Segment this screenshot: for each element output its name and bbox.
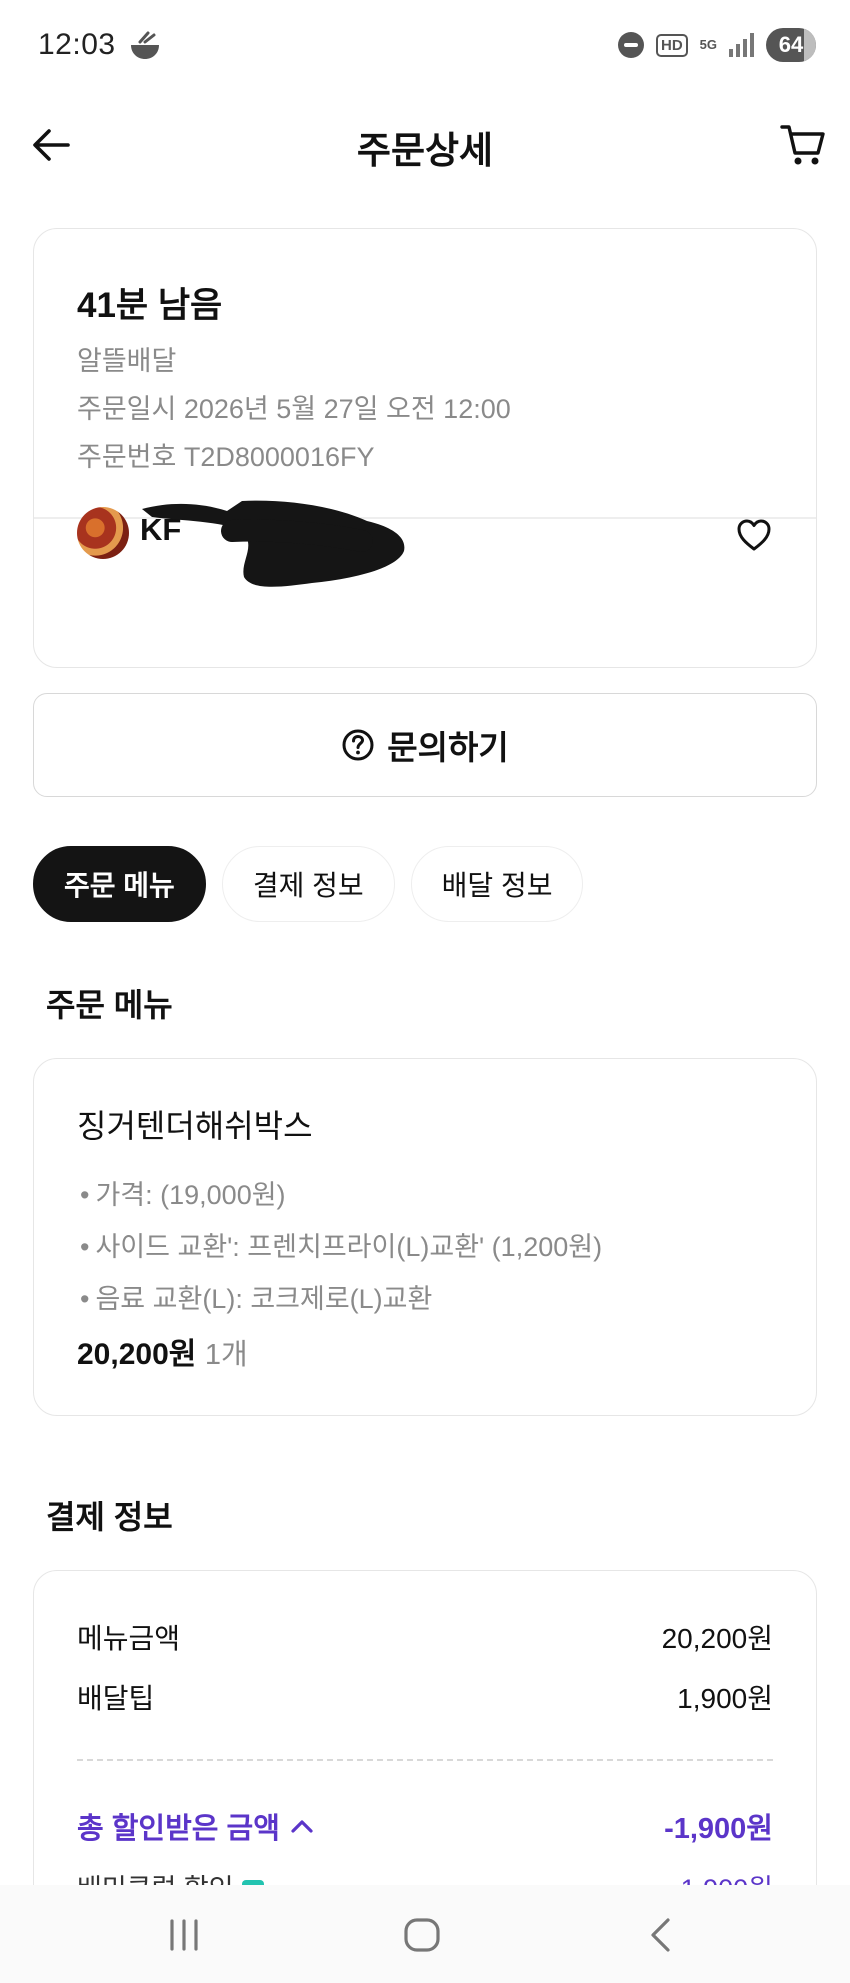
question-circle-icon — [342, 729, 374, 761]
discount-total-label-wrap: 총 할인받은 금액 — [77, 1805, 314, 1847]
cart-button[interactable] — [778, 120, 828, 170]
status-bar: 12:03 HD 5G 64 — [0, 0, 850, 92]
discount-total-row[interactable]: 총 할인받은 금액 -1,900원 — [77, 1805, 773, 1847]
recents-icon — [170, 1919, 198, 1951]
battery-icon: 64 — [766, 28, 816, 62]
payment-row-value: 1,900원 — [677, 1683, 773, 1714]
payment-row-delivery-tip: 배달팁 1,900원 — [77, 1677, 773, 1717]
order-summary-card: 41분 남음 알뜰배달 주문일시 2026년 5월 27일 오전 12:00 주… — [33, 228, 817, 668]
tab-order-menu[interactable]: 주문 메뉴 — [33, 846, 206, 922]
menu-item-card: 징거텐더해쉬박스 • 가격: (19,000원) • 사이드 교환': 프렌치프라이… — [33, 1058, 817, 1416]
bowl-icon — [128, 30, 162, 62]
menu-item-price: 20,200원 — [77, 1338, 197, 1371]
menu-option: • 음료 교환(L): 코크제로(L)교환 — [80, 1284, 433, 1314]
payment-row-value: 20,200원 — [661, 1623, 773, 1654]
nav-back-icon — [651, 1918, 670, 1952]
payment-row-label: 메뉴금액 — [77, 1623, 181, 1654]
order-number: 주문번호 T2D8000016FY — [77, 442, 375, 472]
order-detail-page: 12:03 HD 5G 64 주문상세 41분 남음 알뜰배달 주문일시 202… — [0, 0, 850, 1983]
menu-item-name: 징거텐더해쉬박스 — [77, 1108, 313, 1144]
discount-total-label: 총 할인받은 금액 — [77, 1813, 280, 1845]
do-not-disturb-icon — [617, 32, 644, 58]
inquiry-label: 문의하기 — [387, 729, 509, 766]
signal-icon — [729, 33, 754, 57]
status-icons: HD 5G 64 — [617, 28, 816, 62]
payment-section-title: 결제 정보 — [46, 1499, 173, 1535]
section-tabs: 주문 메뉴 결제 정보 배달 정보 — [33, 846, 584, 922]
home-icon — [404, 1918, 440, 1952]
header: 주문상세 — [0, 100, 850, 190]
system-back-button[interactable] — [630, 1905, 690, 1965]
redaction-scribble — [142, 500, 405, 587]
menu-item-quantity: 1개 — [204, 1339, 248, 1371]
battery-level: 64 — [778, 32, 804, 57]
delivery-type: 알뜰배달 — [77, 346, 177, 376]
menu-option: • 사이드 교환': 프렌치프라이(L)교환' (1,200원) — [80, 1232, 603, 1262]
home-button[interactable] — [392, 1905, 452, 1965]
tab-delivery-info[interactable]: 배달 정보 — [410, 846, 584, 922]
menu-price-line: 20,200원 1개 — [77, 1329, 248, 1373]
system-nav-bar — [0, 1885, 850, 1983]
heart-icon — [737, 519, 771, 551]
page-title: 주문상세 — [356, 130, 494, 171]
discount-total-value: -1,900원 — [664, 1813, 773, 1845]
dashed-divider — [77, 1759, 773, 1761]
hd-icon: HD — [655, 33, 688, 57]
tab-payment-info[interactable]: 결제 정보 — [221, 846, 395, 922]
network-5g-icon: 5G — [699, 37, 717, 52]
chevron-up-icon — [291, 1820, 313, 1833]
menu-option: • 가격: (19,000원) — [80, 1180, 286, 1210]
status-time: 12:03 — [38, 28, 116, 61]
inquiry-button[interactable]: 문의하기 — [33, 693, 817, 797]
payment-row-label: 배달팁 — [77, 1683, 155, 1714]
payment-row-menu-amount: 메뉴금액 20,200원 — [77, 1617, 773, 1657]
remaining-time: 41분 남음 — [77, 286, 223, 325]
recents-button[interactable] — [154, 1905, 214, 1965]
menu-options: • 가격: (19,000원) • 사이드 교환': 프렌치프라이(L)교환' (1… — [80, 1169, 602, 1325]
menu-section-title: 주문 메뉴 — [46, 987, 173, 1023]
order-datetime: 주문일시 2026년 5월 27일 오전 12:00 — [77, 394, 511, 424]
store-thumbnail — [77, 507, 129, 559]
cart-icon — [780, 125, 825, 165]
favorite-button[interactable] — [732, 513, 776, 557]
